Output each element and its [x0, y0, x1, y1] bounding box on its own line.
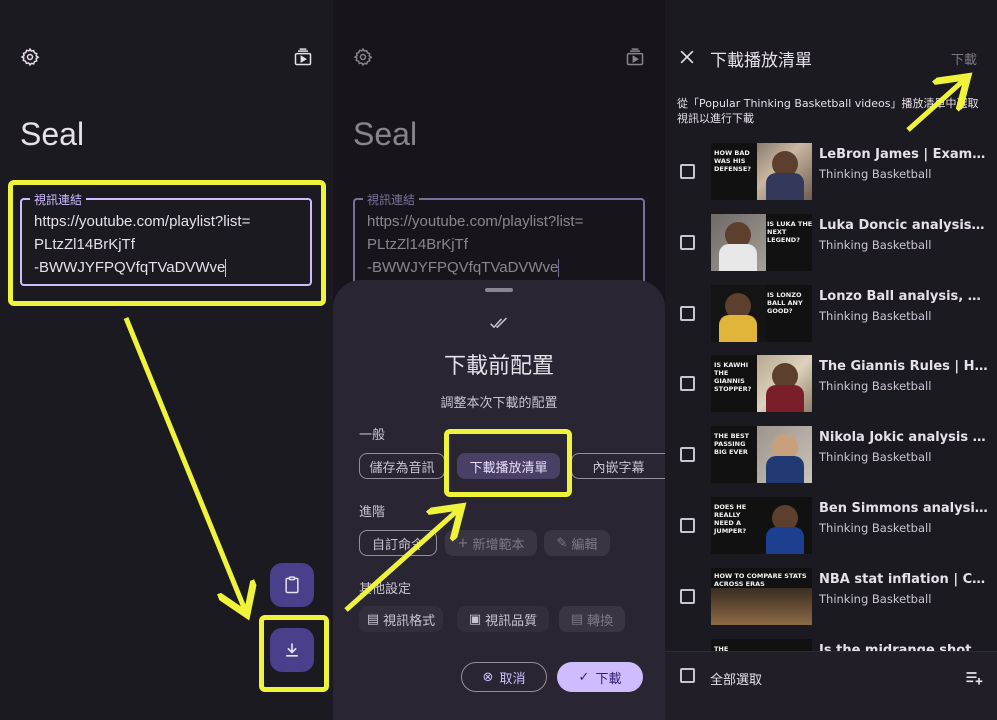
section-advanced-label: 進階 [359, 505, 386, 520]
channel-name: Thinking Basketball [819, 167, 932, 181]
list-item[interactable]: IS LONZO BALL ANY GOOD? Lonzo Ball analy… [665, 280, 997, 350]
item-checkbox[interactable] [680, 447, 695, 462]
channel-name: Thinking Basketball [819, 238, 932, 252]
chip-video-format[interactable]: ▤ 視訊格式 [359, 606, 443, 632]
video-thumbnail: DOES HE REALLY NEED A JUMPER? [711, 497, 812, 554]
list-item[interactable]: IS LUKA THE NEXT LEGEND? Luka Doncic ana… [665, 209, 997, 279]
channel-name: Thinking Basketball [819, 592, 932, 606]
video-thumbnail: IS LONZO BALL ANY GOOD? [711, 285, 812, 342]
select-all-checkbox[interactable] [680, 668, 695, 683]
list-item[interactable]: DOES HE REALLY NEED A JUMPER? Ben Simmon… [665, 492, 997, 562]
item-checkbox[interactable] [680, 235, 695, 250]
download-queue-icon[interactable] [623, 45, 647, 69]
list-item[interactable]: HOW BAD WAS HIS DEFENSE? LeBron James | … [665, 138, 997, 208]
plus-icon: + [457, 535, 469, 551]
item-checkbox[interactable] [680, 518, 695, 533]
sheet-title: 下載前配置 [443, 354, 554, 379]
list-item[interactable]: HOW TO COMPARE STATS ACROSS ERAS NBA sta… [665, 563, 997, 633]
download-config-sheet: 下載前配置 調整本次下載的配置 一般 儲存為音訊 下載播放清單 內嵌字幕 進階 … [333, 280, 665, 720]
chip-convert: ▤ 轉換 [559, 606, 625, 632]
channel-name: Thinking Basketball [819, 309, 932, 323]
chip-video-quality[interactable]: ▣ 視訊品質 [457, 606, 549, 632]
list-item[interactable]: IS KAWHI THE GIANNIS STOPPER? The Gianni… [665, 350, 997, 420]
list-item[interactable]: THE BEST PASSING BIG EVER Nikola Jokic a… [665, 421, 997, 491]
video-title: NBA stat inflation | Compa... [819, 572, 989, 587]
item-checkbox[interactable] [680, 589, 695, 604]
sheet-drag-handle[interactable] [485, 288, 513, 292]
clipboard-icon [285, 576, 299, 594]
chip-embed-subtitles[interactable]: 內嵌字幕 [571, 453, 665, 479]
app-title: Seal [353, 116, 418, 152]
double-check-icon [487, 311, 511, 335]
download-action-button[interactable]: 下載 [951, 49, 977, 68]
chip-new-template: + 新增範本 [445, 530, 537, 556]
check-icon: ✓ [578, 669, 590, 685]
video-title: The Giannis Rules | How th... [819, 359, 989, 374]
app-title: Seal [20, 116, 85, 152]
video-title: Luka Doncic analysis, 201... [819, 218, 989, 233]
settings-gear-icon[interactable] [351, 45, 375, 69]
video-thumbnail: HOW BAD WAS HIS DEFENSE? [711, 143, 812, 200]
video-title: Nikola Jokic analysis | The... [819, 430, 989, 445]
main-screen: Seal 視訊連結 https://youtube.com/playlist?l… [0, 0, 332, 720]
paste-clipboard-button[interactable] [270, 563, 314, 607]
channel-name: Thinking Basketball [819, 379, 932, 393]
video-title: LeBron James | Examining... [819, 147, 989, 162]
select-all-label: 全部選取 [710, 673, 763, 688]
cancel-button[interactable]: ⊗ 取消 [461, 662, 547, 692]
hd-icon: ▣ [468, 611, 482, 627]
section-other-label: 其他設定 [359, 582, 412, 597]
playlist-add-icon[interactable] [962, 666, 986, 690]
video-thumbnail: HOW TO COMPARE STATS ACROSS ERAS [711, 568, 812, 625]
item-checkbox[interactable] [680, 376, 695, 391]
chip-edit: ✎ 編輯 [544, 530, 610, 556]
settings-gear-icon[interactable] [18, 45, 42, 69]
sheet-subtitle: 調整本次下載的配置 [440, 396, 558, 411]
select-all-bar: 全部選取 [665, 651, 997, 720]
video-title: Ben Simmons analysis, 20... [819, 501, 989, 516]
video-thumbnail: IS KAWHI THE GIANNIS STOPPER? [711, 355, 812, 412]
video-url-input[interactable]: 視訊連結 https://youtube.com/playlist?list= … [353, 191, 645, 286]
highlight-box-download [259, 615, 329, 692]
close-icon[interactable] [675, 45, 699, 69]
channel-name: Thinking Basketball [819, 521, 932, 535]
item-checkbox[interactable] [680, 306, 695, 321]
video-thumbnail: IS LUKA THE NEXT LEGEND? [711, 214, 812, 271]
chip-custom-command[interactable]: 自訂命令 [359, 530, 437, 556]
channel-name: Thinking Basketball [819, 450, 932, 464]
highlight-box-playlist-chip [444, 429, 572, 497]
cancel-circle-icon: ⊗ [482, 669, 494, 685]
url-field-value: https://youtube.com/playlist?list= PLtzZ… [367, 213, 584, 278]
url-field-label: 視訊連結 [363, 191, 420, 208]
video-thumbnail: THE BEST PASSING BIG EVER [711, 426, 812, 483]
section-general-label: 一般 [359, 428, 386, 443]
video-title: Lonzo Ball analysis, 2019: ... [819, 289, 989, 304]
playlist-description: 從「Popular Thinking Basketball videos」播放清… [677, 97, 979, 125]
config-screen: Seal 視訊連結 https://youtube.com/playlist?l… [333, 0, 665, 720]
download-button[interactable]: ✓ 下載 [557, 662, 643, 692]
page-title: 下載播放清單 [710, 51, 812, 71]
item-checkbox[interactable] [680, 164, 695, 179]
edit-icon: ✎ [556, 535, 568, 551]
playlist-screen: 下載播放清單 下載 從「Popular Thinking Basketball … [665, 0, 997, 720]
download-queue-icon[interactable] [291, 45, 315, 69]
file-convert-icon: ▤ [570, 611, 584, 627]
file-icon: ▤ [366, 611, 380, 627]
highlight-box-url [8, 180, 326, 306]
chip-save-as-audio[interactable]: 儲存為音訊 [359, 453, 445, 479]
